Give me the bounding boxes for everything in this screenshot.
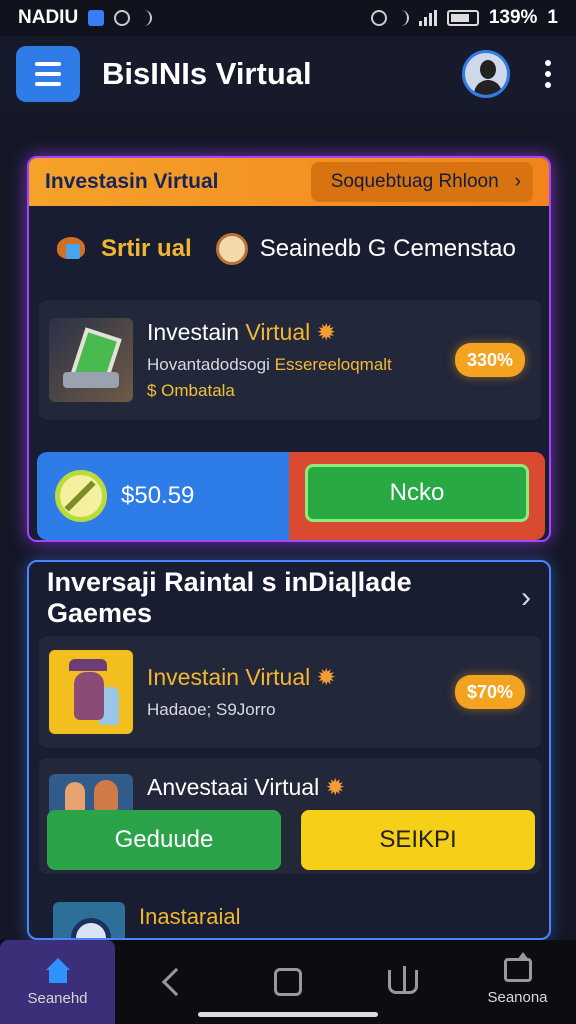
app-header: BisINIs Virtual	[0, 36, 576, 112]
menu-line-icon	[35, 72, 61, 76]
card-subtitle-b: Essereeloqmalt	[274, 355, 392, 374]
featured-panel: Investasin Virtual Soquebtuag Rhloon › S…	[27, 156, 551, 542]
card-info: Investain Virtual ✹ Hovantadodsogi Esser…	[147, 319, 455, 401]
vibration-icon	[370, 10, 387, 26]
schedule-button[interactable]: Geduude	[47, 810, 281, 870]
clock-thumbnail	[53, 902, 125, 938]
coin-icon	[55, 470, 107, 522]
section-b-label: Seainedb G Cemenstao	[259, 235, 516, 262]
signal-icon	[418, 10, 437, 26]
amount-label: $50.59	[121, 482, 195, 509]
card-title-main: Investain	[147, 319, 240, 345]
game-card-info: Investain Virtual ✹ Hadaoe; S9Jorro	[147, 664, 455, 720]
percent-badge: 330%	[454, 343, 525, 377]
leaf-icon	[53, 231, 89, 267]
game-card[interactable]: Inastaraial	[39, 888, 541, 938]
menu-button[interactable]	[16, 46, 80, 102]
nav-home-label: Seanehd	[27, 989, 88, 1007]
status-left: NADIU	[18, 7, 153, 29]
game-card[interactable]: Investain Virtual ✹ Hadaoe; S9Jorro $70%	[39, 636, 541, 748]
dot-icon	[545, 60, 551, 66]
featured-header: Investasin Virtual Soquebtuag Rhloon ›	[29, 158, 549, 206]
game-card-title-text: Investain Virtual	[147, 664, 311, 690]
game-card-title: Inastaraial	[139, 904, 241, 929]
amount-action-row: $50.59 Ncko	[37, 452, 545, 540]
back-icon	[161, 967, 190, 997]
game-card-title: Anvestaai Virtual ✹	[147, 774, 525, 801]
menu-line-icon	[35, 62, 61, 66]
game-card-subtitle: Hadaoe; S9Jorro	[147, 700, 276, 719]
sparkle-icon: ✹	[325, 774, 345, 800]
section-a-label: Srtir ual	[101, 235, 192, 262]
notification-icon	[88, 10, 105, 26]
game-card-title: Investain Virtual ✹	[147, 664, 455, 691]
card-subtitle: Hovantadodsogi Essereeloqmalt	[147, 355, 455, 375]
confirm-button[interactable]: Ncko	[305, 464, 529, 522]
app-title: BisINIs Virtual	[102, 56, 312, 91]
featured-action-button[interactable]: Soquebtuag Rhloon ›	[310, 162, 533, 202]
menu-line-icon	[35, 82, 61, 86]
amount-button[interactable]: $50.59	[37, 452, 289, 540]
featured-section-row: Srtir ual Seainedb G Cemenstao	[29, 206, 549, 292]
status-bar: NADIU 139% 1	[0, 0, 576, 36]
chevron-right-icon: ›	[521, 581, 531, 614]
battery-suffix: 1	[547, 7, 558, 28]
games-title: Inversaji Raintal s inDia|lade Gaemes	[47, 567, 412, 628]
battery-icon	[446, 10, 479, 26]
home-indicator	[198, 1012, 378, 1017]
game-card-info: Inastaraial	[139, 902, 525, 930]
percent-badge: $70%	[454, 675, 525, 709]
share-icon	[503, 952, 532, 982]
status-right: 139% 1	[370, 7, 558, 29]
audio-icon	[140, 10, 153, 26]
game-card-title-text: Anvestaai Virtual	[147, 774, 320, 800]
chevron-right-icon: ›	[514, 171, 521, 192]
game-card-info: Anvestaai Virtual ✹	[147, 774, 525, 801]
action-panel: Ncko	[289, 452, 545, 540]
sparkle-icon: ✹	[316, 664, 336, 690]
carrier-label: NADIU	[18, 7, 79, 28]
more-options-button[interactable]	[536, 54, 560, 94]
card-subtitle-a: Hovantadodsogi	[147, 355, 270, 374]
battery-percent: 139%	[488, 7, 538, 28]
badge-icon	[215, 233, 248, 265]
wifi-icon	[397, 10, 409, 26]
home-icon	[44, 957, 72, 983]
dot-icon	[545, 71, 551, 77]
games-header[interactable]: Inversaji Raintal s inDia|lade Gaemes ›	[29, 562, 549, 634]
card-title-accent: Virtual	[245, 319, 311, 345]
book-icon	[387, 966, 418, 994]
character-thumbnail	[49, 650, 133, 734]
dot-icon	[545, 82, 551, 88]
skip-button[interactable]: SEIKPI	[301, 810, 535, 870]
games-panel: Inversaji Raintal s inDia|lade Gaemes › …	[27, 560, 551, 940]
featured-title: Investasin Virtual	[45, 170, 219, 193]
sparkle-icon: ✹	[316, 319, 336, 345]
card-title: Investain Virtual ✹	[147, 319, 455, 346]
game-action-row: Geduude SEIKPI	[47, 810, 535, 870]
nav-share[interactable]: Seanona	[460, 940, 575, 1024]
game-thumbnail	[49, 318, 133, 402]
avatar[interactable]	[462, 50, 510, 98]
square-icon	[273, 968, 302, 996]
nav-home[interactable]: Seanehd	[0, 940, 115, 1024]
chat-icon	[114, 10, 131, 26]
nav-share-label: Seanona	[487, 989, 548, 1006]
investment-card[interactable]: Investain Virtual ✹ Hovantadodsogi Esser…	[39, 300, 541, 420]
featured-action-label: Soquebtuag Rhloon	[330, 171, 499, 192]
card-price: $ Ombatala	[147, 381, 235, 400]
